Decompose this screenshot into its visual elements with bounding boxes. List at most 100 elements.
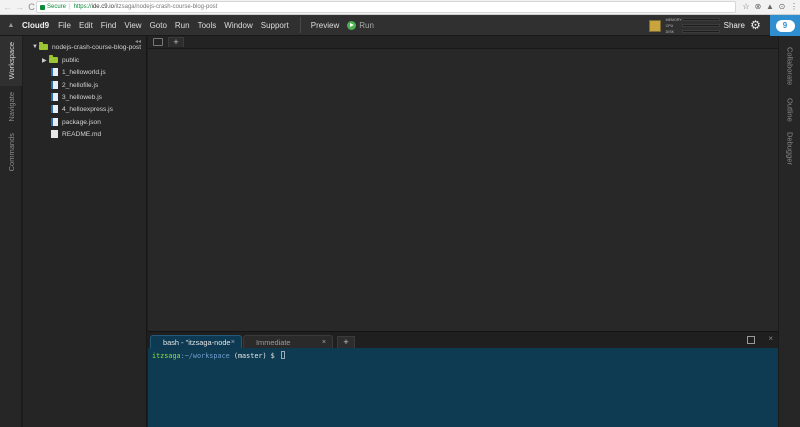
prompt-user: itzsaga <box>152 352 181 360</box>
editor-tab-bar: + <box>148 36 778 49</box>
cloud9-menu[interactable]: Cloud9 <box>22 21 49 30</box>
address-bar[interactable]: Secure | https:// ide.c9.io /itzsaga/nod… <box>36 1 736 13</box>
resource-monitor[interactable]: MEMORY CPU DISK <box>666 18 720 34</box>
menu-edit[interactable]: Edit <box>79 21 93 30</box>
tab-debugger[interactable]: Debugger <box>779 128 800 168</box>
expand-arrow-icon[interactable]: ▼ <box>32 44 39 50</box>
memory-bar <box>681 18 720 21</box>
url-path: /itzsaga/nodejs-crash-course-blog-post <box>113 4 218 10</box>
close-tab-icon[interactable]: × <box>322 339 326 346</box>
tab-collaborate-label: Collaborate <box>785 46 795 86</box>
menu-tools[interactable]: Tools <box>198 21 217 30</box>
terminal[interactable]: itzsaga:~/workspace (master) $ <box>148 348 778 427</box>
browser-menu-icon[interactable]: ⋮ <box>790 1 798 13</box>
tab-commands-label: Commands <box>6 132 16 172</box>
json-file-icon <box>51 118 58 126</box>
tab-navigate-label: Navigate <box>6 92 16 122</box>
editor-area[interactable] <box>148 49 778 331</box>
tab-collaborate[interactable]: Collaborate <box>779 40 800 92</box>
tab-navigate[interactable]: Navigate <box>0 86 22 128</box>
tree-root-label: nodejs-crash-course-blog-post <box>52 43 142 51</box>
left-panel-tabs: Workspace Navigate Commands <box>0 36 22 427</box>
maximize-console-icon[interactable] <box>747 336 755 344</box>
close-console-icon[interactable]: × <box>768 334 773 343</box>
url-scheme: https:// <box>73 4 92 10</box>
terminal-tab-label: bash - "itzsaga-node <box>163 338 231 347</box>
menu-view[interactable]: View <box>124 21 141 30</box>
menu-window[interactable]: Window <box>224 21 252 30</box>
menu-file[interactable]: File <box>58 21 71 30</box>
tree-item-helloworld[interactable]: 1_helloworld.js <box>51 66 106 78</box>
console-tab-bar: bash - "itzsaga-node × Immediate × + × <box>148 331 778 349</box>
tree-item-hellofile[interactable]: 2_hellofile.js <box>51 79 98 91</box>
tree-item-helloweb[interactable]: 3_helloweb.js <box>51 91 102 103</box>
menu-support[interactable]: Support <box>261 21 289 30</box>
preview-button[interactable]: Preview <box>311 21 339 30</box>
memory-label: MEMORY <box>665 17 682 22</box>
js-file-icon <box>51 68 58 76</box>
tree-item-public[interactable]: ▶ public <box>42 54 79 66</box>
disk-label: DISK <box>665 29 675 34</box>
js-file-icon <box>51 93 58 101</box>
secure-label: Secure <box>47 4 67 10</box>
tree-item-label: package.json <box>62 118 101 126</box>
bookmark-star-icon[interactable]: ☆ <box>742 1 750 13</box>
browser-actions: ☆ ⊗ ▲ ⊙ ⋮ <box>742 1 798 13</box>
gear-icon[interactable]: ⚙ <box>749 19 762 32</box>
tree-item-readme[interactable]: README.md <box>51 128 101 140</box>
profile-icon[interactable]: ⊙ <box>778 1 786 13</box>
file-tree: ◂◂ ▼ nodejs-crash-course-blog-post ▶ pub… <box>23 36 147 427</box>
tab-workspace[interactable]: Workspace <box>0 36 22 86</box>
menu-goto[interactable]: Goto <box>150 21 167 30</box>
prompt-branch: (master) $ <box>229 352 279 360</box>
share-button[interactable]: Share <box>724 21 745 30</box>
play-icon <box>347 20 357 30</box>
url-host: ide.c9.io <box>91 4 114 10</box>
cloud-extension-icon[interactable]: ▲ <box>766 1 774 13</box>
immediate-tab-label: Immediate <box>256 338 291 347</box>
close-tab-icon[interactable]: × <box>231 339 235 346</box>
run-label: Run <box>359 20 374 30</box>
cloud-icon: 9 <box>775 19 795 32</box>
browser-toolbar: ← → C Secure | https:// ide.c9.io /itzsa… <box>0 0 800 15</box>
tab-immediate[interactable]: Immediate × <box>243 335 333 349</box>
prompt-path: :~/workspace <box>180 352 230 360</box>
workspace-thumbnail-icon[interactable] <box>648 19 661 32</box>
tree-item-package-json[interactable]: package.json <box>51 116 101 128</box>
address-separator: | <box>69 4 71 10</box>
new-tab-button[interactable]: + <box>168 37 184 47</box>
lock-icon <box>40 4 45 10</box>
menubar-right: MEMORY CPU DISK Share ⚙ 9 <box>648 15 800 36</box>
forward-button[interactable]: → <box>15 1 24 13</box>
run-button[interactable]: Run <box>347 20 374 30</box>
markdown-file-icon <box>51 130 58 138</box>
tab-menu-icon[interactable] <box>153 38 163 46</box>
tab-outline[interactable]: Outline <box>779 92 800 128</box>
tab-commands[interactable]: Commands <box>0 128 22 176</box>
back-button[interactable]: ← <box>3 1 12 13</box>
tree-item-helloexpress[interactable]: 4_helloexpress.js <box>51 103 113 115</box>
new-terminal-tab-button[interactable]: + <box>337 336 355 348</box>
tree-item-label: README.md <box>62 130 102 138</box>
menu-run[interactable]: Run <box>175 21 190 30</box>
collapsed-arrow-icon[interactable]: ▶ <box>42 57 49 64</box>
tree-item-label: 2_hellofile.js <box>62 81 99 89</box>
tab-outline-label: Outline <box>785 98 795 122</box>
js-file-icon <box>51 81 58 89</box>
tab-workspace-label: Workspace <box>6 42 16 80</box>
tree-root[interactable]: ▼ nodejs-crash-course-blog-post <box>32 41 141 53</box>
tree-item-label: 1_helloworld.js <box>62 68 106 76</box>
tree-item-label: 4_helloexpress.js <box>62 105 113 113</box>
tree-item-label: public <box>62 56 80 64</box>
menu-find[interactable]: Find <box>101 21 117 30</box>
collapse-menubar-icon[interactable]: ▲ <box>0 15 22 36</box>
cpu-bar <box>681 24 720 27</box>
reload-button[interactable]: C <box>27 1 36 13</box>
ide-menubar: ▲ Cloud9 File Edit Find View Goto Run To… <box>0 15 800 36</box>
cpu-label: CPU <box>665 23 674 28</box>
extension-icon[interactable]: ⊗ <box>754 1 762 13</box>
js-file-icon <box>51 105 58 113</box>
tab-bash-terminal[interactable]: bash - "itzsaga-node × <box>150 335 242 349</box>
cloud9-logo[interactable]: 9 <box>770 15 800 36</box>
disk-bar <box>681 30 720 33</box>
